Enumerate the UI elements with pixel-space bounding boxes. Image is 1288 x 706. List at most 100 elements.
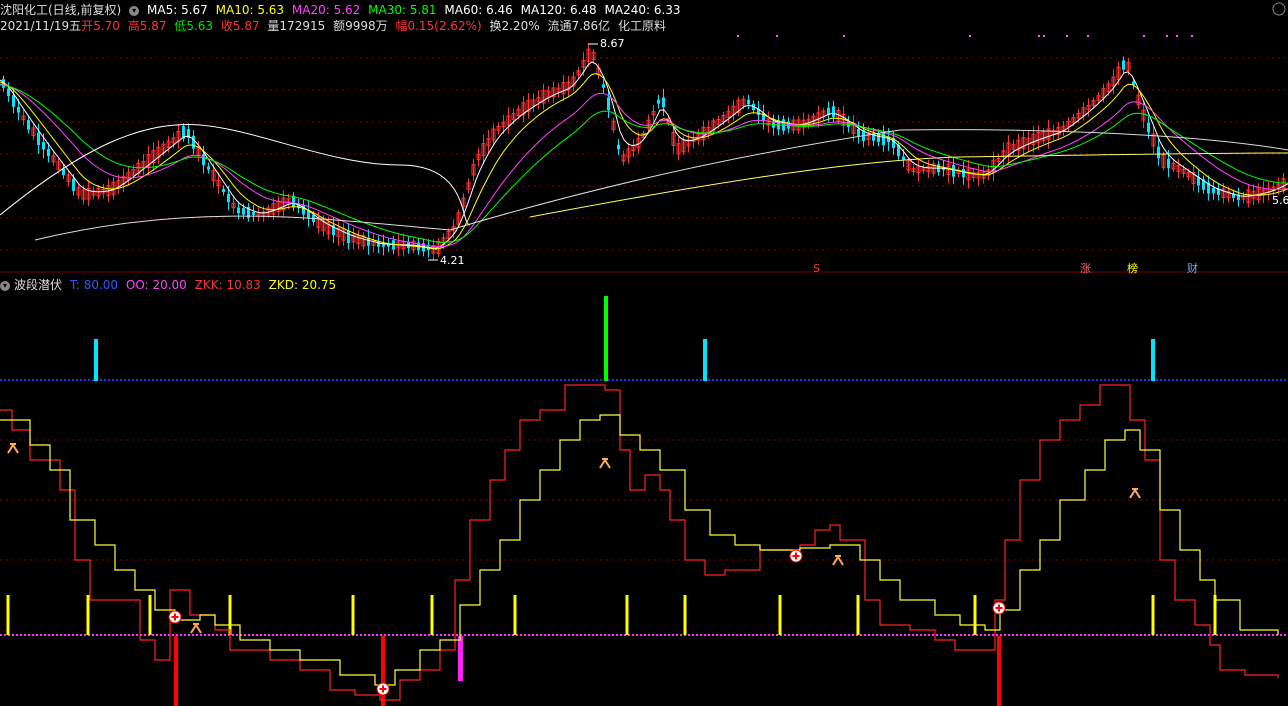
yellow-signal-bar — [1213, 595, 1217, 635]
event-dot — [1166, 35, 1168, 37]
sell-signal-icon — [190, 623, 202, 634]
param-oo: OO: 20.00 — [125, 278, 187, 292]
yellow-signal-bar — [513, 595, 517, 635]
turnover-value: 换2.20% — [489, 19, 540, 33]
ma20-value: MA20: 5.62 — [291, 3, 361, 17]
candle-body — [367, 238, 370, 246]
marker-cai[interactable]: 财 — [1185, 262, 1200, 276]
candle-body — [37, 132, 40, 145]
candle-body — [1212, 188, 1215, 194]
price-header: 沈阳化工(日线,前复权) ▾ MA5: 5.67 MA10: 5.63 MA20:… — [0, 2, 685, 18]
yellow-signal-bar — [228, 595, 232, 635]
ma30-value: MA30: 5.81 — [368, 3, 437, 17]
event-dot — [1176, 35, 1178, 37]
event-dot — [1191, 35, 1193, 37]
candle-body — [882, 132, 885, 146]
close-label: 收 — [220, 19, 233, 33]
candle-body — [62, 168, 65, 176]
candle-body — [1147, 122, 1150, 133]
candle-body — [832, 106, 835, 118]
candle-body — [1122, 60, 1125, 70]
price-max-label: 8.67 — [600, 37, 625, 50]
ma5-value: MA5: 5.67 — [147, 3, 208, 17]
close-value: 5.87 — [232, 19, 260, 33]
cyan-signal-bar — [1151, 339, 1155, 381]
candle-body — [12, 95, 15, 107]
candle-body — [222, 188, 225, 193]
candle-body — [347, 230, 350, 244]
param-zkd: ZKD: 20.75 — [268, 278, 337, 292]
ma30-line — [0, 84, 1288, 243]
yellow-signal-bar — [778, 595, 782, 635]
candle-body — [7, 88, 10, 96]
event-dot — [1043, 35, 1045, 37]
candle-body — [192, 135, 195, 149]
sector-value[interactable]: 化工原料 — [618, 19, 666, 33]
candle-body — [902, 156, 905, 160]
candle-body — [47, 148, 50, 157]
candle-body — [252, 211, 255, 215]
magenta-signal-bar — [458, 636, 463, 681]
candle-body — [1167, 158, 1170, 169]
candle-body — [747, 99, 750, 105]
candle-body — [72, 178, 75, 191]
marker-zhang[interactable]: 涨 — [1078, 262, 1093, 276]
low-value: 5.63 — [186, 19, 214, 33]
stock-title[interactable]: 沈阳化工(日线,前复权) — [0, 3, 121, 17]
yellow-signal-bar — [856, 595, 860, 635]
yellow-signal-bar — [1151, 595, 1155, 635]
candle-body — [207, 166, 210, 170]
sell-signal-icon — [599, 458, 611, 469]
param-t: T: 80.00 — [69, 278, 119, 292]
event-dot — [776, 35, 778, 37]
ma10-line — [0, 73, 1288, 250]
dropdown-icon[interactable]: ▾ — [0, 280, 10, 291]
ma240-value: MA240: 6.33 — [604, 3, 681, 17]
candle-body — [27, 119, 30, 130]
candle-body — [617, 144, 620, 150]
event-dot — [1143, 35, 1145, 37]
marker-bang[interactable]: 榜 — [1125, 262, 1140, 276]
ma120-line — [34, 129, 1288, 241]
price-right-label: 5.6 — [1272, 194, 1288, 207]
event-dot — [737, 35, 739, 37]
dropdown-icon[interactable]: ▾ — [129, 5, 140, 16]
ma10-value: MA10: 5.63 — [215, 3, 285, 17]
candle-body — [237, 207, 240, 214]
marker-s[interactable]: S — [811, 262, 822, 276]
candle-body — [662, 97, 665, 108]
event-dot — [843, 35, 845, 37]
candle-body — [17, 106, 20, 113]
event-dot — [1038, 35, 1040, 37]
yellow-signal-bar — [430, 595, 434, 635]
zkk-step-line — [0, 384, 1279, 701]
quote-header: 2021/11/19五开5.70 高5.87 低5.63 收5.87 量1729… — [0, 18, 670, 34]
candle-body — [857, 129, 860, 136]
sell-signal-icon — [7, 443, 19, 454]
open-label: 开 — [81, 19, 94, 33]
candle-body — [607, 97, 610, 111]
candle-body — [227, 193, 230, 203]
low-label: 低 — [174, 19, 187, 33]
red-signal-bar — [174, 636, 178, 706]
yellow-signal-bar — [351, 595, 355, 635]
candle-body — [952, 164, 955, 177]
ma20-line — [0, 83, 1288, 248]
zkd-step-line — [0, 414, 1279, 686]
ma60-value: MA60: 6.46 — [444, 3, 513, 17]
red-signal-bar — [997, 636, 1001, 706]
open-value: 5.70 — [93, 19, 120, 33]
sell-signal-icon — [1129, 488, 1141, 499]
event-dot — [1087, 35, 1089, 37]
yellow-signal-bar — [683, 595, 687, 635]
candle-body — [602, 84, 605, 88]
price-min-label: 4.21 — [440, 254, 465, 267]
indicator-name[interactable]: 波段潜伏 — [14, 278, 62, 292]
yellow-signal-bar — [973, 595, 977, 635]
chart-canvas[interactable] — [0, 0, 1288, 706]
param-zkk: ZKK: 10.83 — [194, 278, 261, 292]
candle-body — [772, 122, 775, 128]
event-dot — [1066, 35, 1068, 37]
cyan-signal-bar — [94, 339, 98, 381]
high-value: 5.87 — [139, 19, 167, 33]
